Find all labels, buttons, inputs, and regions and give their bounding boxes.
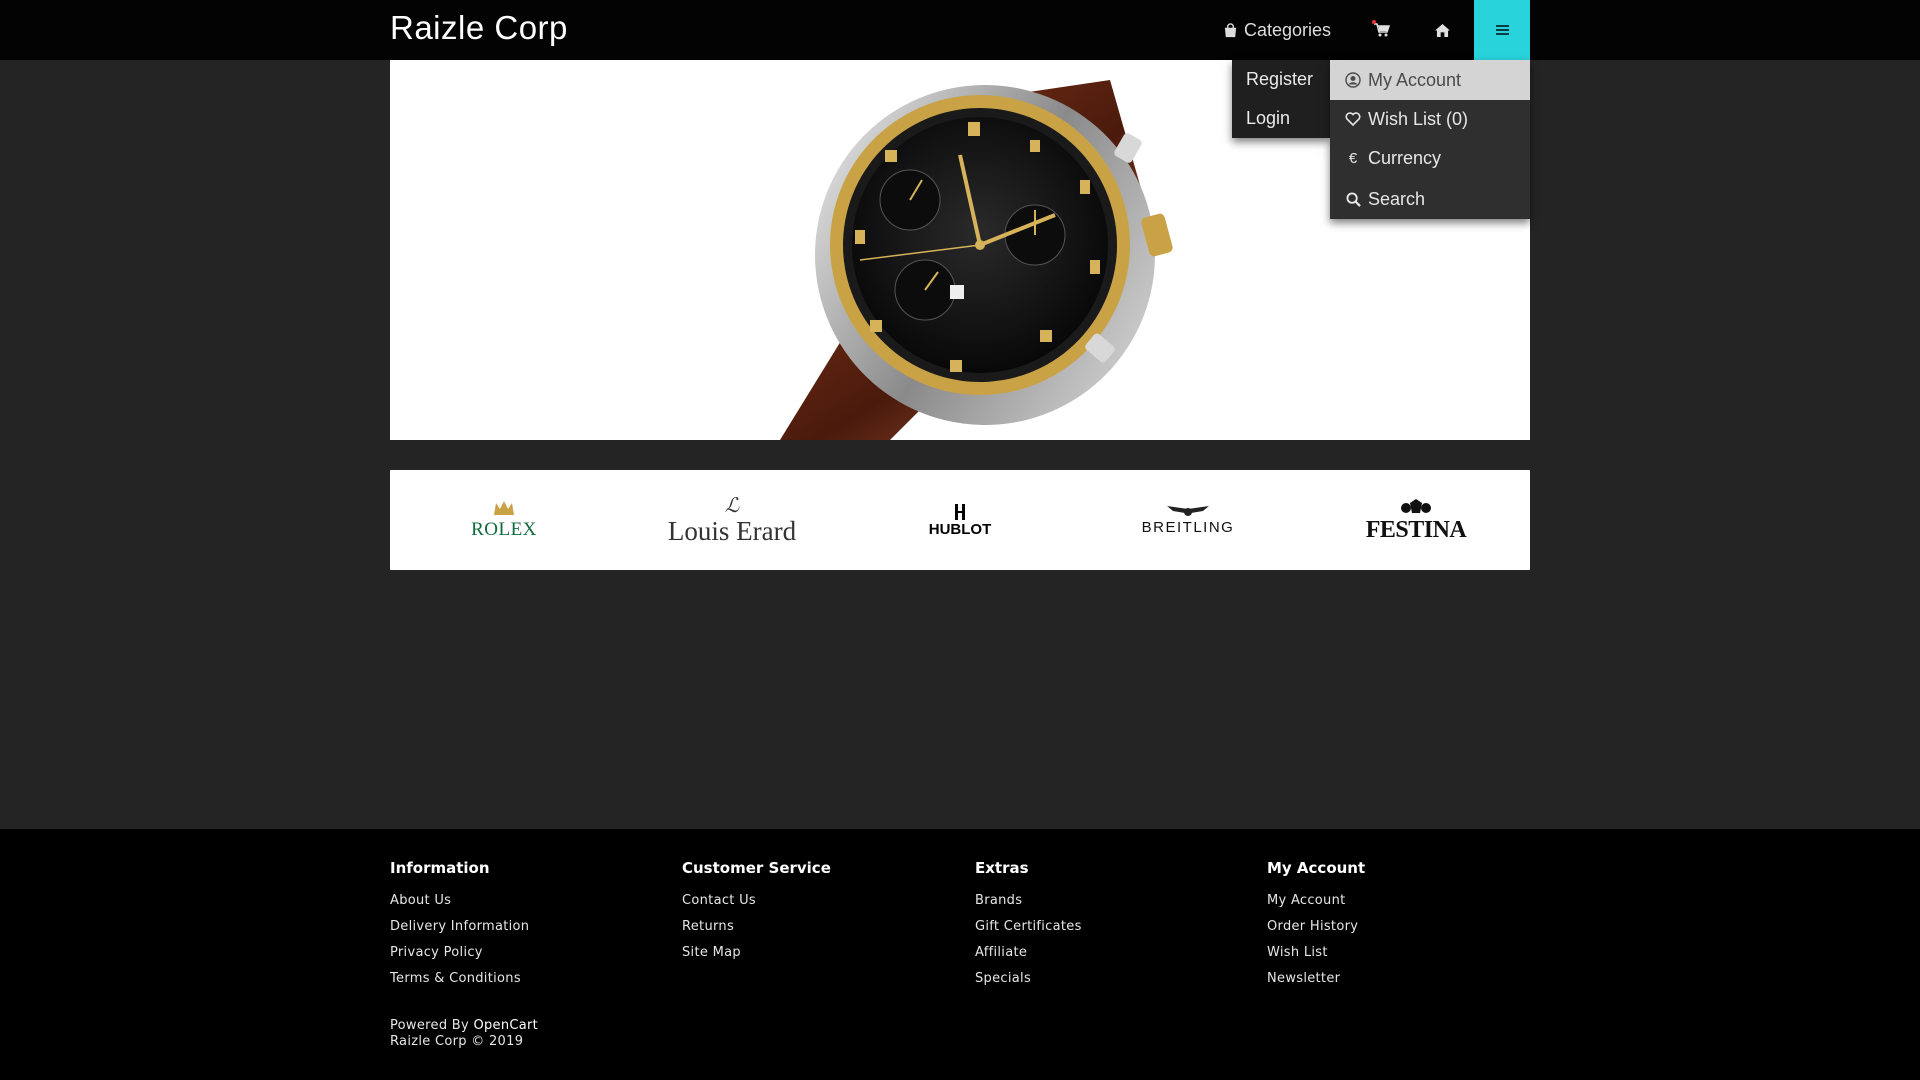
- brand-name: Louis Erard: [667, 515, 797, 546]
- brand-name: FESTINA: [1365, 516, 1467, 543]
- footer-link-terms[interactable]: Terms & Conditions: [390, 971, 529, 986]
- shopping-bag-icon: [1224, 22, 1237, 37]
- footer-column-customer-service: Customer Service Contact Us Returns Site…: [682, 859, 831, 971]
- footer-heading: My Account: [1267, 859, 1366, 877]
- search-icon: [1344, 191, 1362, 207]
- footer-link-site-map[interactable]: Site Map: [682, 945, 831, 960]
- account-dropdown: Register Login: [1232, 60, 1330, 138]
- cart-icon: [1374, 23, 1390, 37]
- site-logo[interactable]: Raizle Corp: [390, 9, 568, 47]
- footer-link-gift-certificates[interactable]: Gift Certificates: [975, 919, 1082, 934]
- home-button[interactable]: [1426, 0, 1458, 60]
- login-link[interactable]: Login: [1246, 108, 1290, 129]
- footer-link-wish-list[interactable]: Wish List: [1267, 945, 1365, 960]
- footer-heading: Extras: [975, 859, 1029, 877]
- euro-icon: €: [1348, 149, 1358, 167]
- footer-link-delivery-information[interactable]: Delivery Information: [390, 919, 529, 934]
- brand-name: HUBLOT: [928, 520, 992, 538]
- footer-link-brands[interactable]: Brands: [975, 893, 1082, 908]
- powered-by-prefix: Powered By: [390, 1018, 470, 1033]
- menu-item-label: Currency: [1368, 147, 1442, 168]
- brand-logo-hublot[interactable]: HUBLOT: [846, 470, 1074, 570]
- footer-link-contact-us[interactable]: Contact Us: [682, 893, 831, 908]
- footer-heading: Information: [390, 859, 490, 877]
- footer-column-extras: Extras Brands Gift Certificates Affiliat…: [975, 859, 1082, 997]
- brand-logo-festina[interactable]: FESTINA: [1302, 470, 1530, 570]
- footer-link-newsletter[interactable]: Newsletter: [1267, 971, 1365, 986]
- crown-icon: [494, 501, 514, 515]
- categories-label: Categories: [1243, 19, 1332, 40]
- menu-item-currency[interactable]: € Currency: [1330, 138, 1530, 178]
- main-menu-dropdown: My Account Wish List (0) € Currency Sear…: [1330, 60, 1530, 219]
- opencart-link[interactable]: OpenCart: [473, 1018, 538, 1033]
- crest-icon: [1401, 498, 1431, 513]
- footer-link-affiliate[interactable]: Affiliate: [975, 945, 1082, 960]
- brand-name: BREITLING: [1141, 518, 1235, 536]
- home-icon: [1434, 23, 1450, 37]
- user-circle-icon: [1344, 72, 1362, 88]
- menu-item-label: Wish List (0): [1368, 108, 1469, 129]
- wings-icon: [1167, 505, 1209, 516]
- footer-link-about-us[interactable]: About Us: [390, 893, 529, 908]
- copyright-text: Raizle Corp © 2019: [390, 1034, 524, 1049]
- footer-link-privacy-policy[interactable]: Privacy Policy: [390, 945, 529, 960]
- menu-item-label: My Account: [1368, 69, 1462, 90]
- top-navbar: Raizle Corp Categories: [0, 0, 1920, 60]
- menu-item-wish-list[interactable]: Wish List (0): [1330, 99, 1530, 139]
- hamburger-menu-button[interactable]: [1474, 0, 1530, 60]
- powered-by: Powered By OpenCart Raizle Corp © 2019: [390, 1018, 538, 1050]
- menu-icon: [1495, 25, 1509, 35]
- brand-logo-louis-erard[interactable]: ℒ Louis Erard: [618, 470, 846, 570]
- footer-link-returns[interactable]: Returns: [682, 919, 831, 934]
- brand-logo-rolex[interactable]: ROLEX: [390, 470, 618, 570]
- categories-menu-button[interactable]: Categories: [1214, 0, 1340, 60]
- footer-link-specials[interactable]: Specials: [975, 971, 1082, 986]
- script-monogram-icon: ℒ: [724, 492, 740, 517]
- footer-link-order-history[interactable]: Order History: [1267, 919, 1365, 934]
- footer-link-my-account[interactable]: My Account: [1267, 893, 1365, 908]
- brand-name: ROLEX: [471, 519, 537, 540]
- menu-item-search[interactable]: Search: [1330, 179, 1530, 219]
- cart-button[interactable]: [1366, 0, 1398, 60]
- footer-column-information: Information About Us Delivery Informatio…: [390, 859, 529, 997]
- footer-column-my-account: My Account My Account Order History Wish…: [1267, 859, 1365, 997]
- brand-carousel: ROLEX ℒ Louis Erard HUBLOT BREITLING FES…: [390, 470, 1530, 570]
- heart-icon: [1344, 112, 1362, 126]
- site-footer: Information About Us Delivery Informatio…: [0, 829, 1920, 1080]
- menu-item-label: Search: [1368, 188, 1426, 209]
- cart-notification-dot: [1372, 20, 1376, 24]
- footer-heading: Customer Service: [682, 859, 831, 877]
- register-link[interactable]: Register: [1246, 69, 1313, 90]
- hublot-mark-icon: [955, 503, 965, 520]
- menu-item-my-account[interactable]: My Account: [1330, 60, 1530, 100]
- brand-logo-breitling[interactable]: BREITLING: [1074, 470, 1302, 570]
